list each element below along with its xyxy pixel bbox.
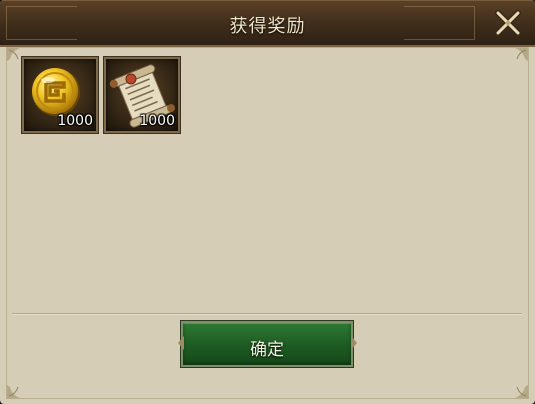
reward-count: 1000: [57, 113, 93, 129]
dialog-header: 获得奖励: [0, 0, 535, 47]
reward-slot[interactable]: 1000: [21, 56, 99, 134]
reward-dialog: 获得奖励 1000 1000 确定: [0, 0, 535, 404]
confirm-button[interactable]: 确定: [180, 320, 354, 368]
confirm-button-label: 确定: [250, 340, 284, 360]
reward-slot[interactable]: 1000: [103, 56, 181, 134]
reward-count: 1000: [139, 113, 175, 129]
dialog-title: 获得奖励: [229, 16, 306, 37]
button-ornament-left: [178, 336, 184, 350]
close-button[interactable]: [493, 8, 523, 38]
button-ornament-right: [351, 336, 357, 350]
corner-ornament-top-right: [515, 48, 528, 61]
footer-divider: [12, 313, 522, 314]
close-icon: [495, 10, 521, 36]
corner-ornament-bottom-left: [7, 385, 20, 398]
corner-ornament-bottom-right: [515, 385, 528, 398]
